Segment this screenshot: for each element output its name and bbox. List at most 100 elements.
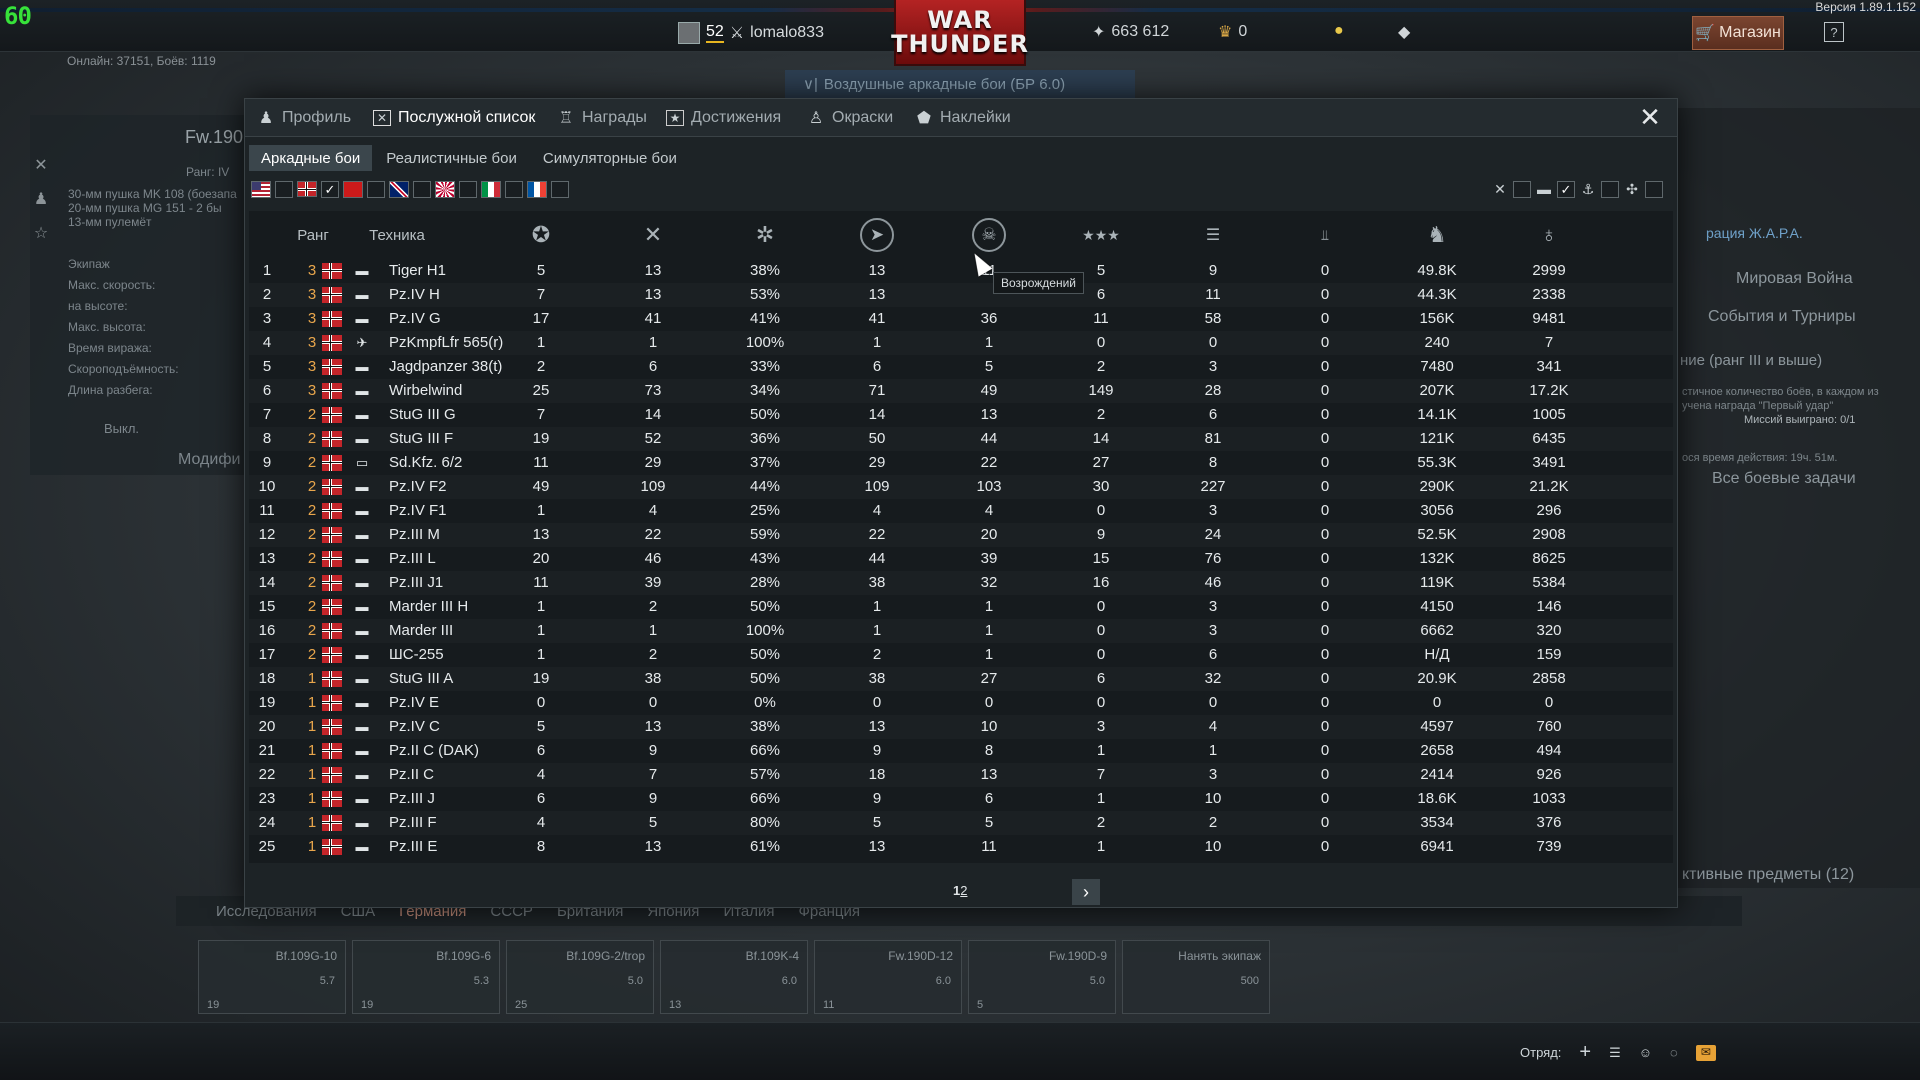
table-row[interactable]: 22 1 ▬ Pz.II C 4 7 57% 18 13 7 3 0 2414 926: [249, 763, 1673, 787]
col-lions[interactable]: ♞: [1417, 211, 1457, 259]
col-win-rate[interactable]: ✲: [745, 211, 785, 259]
chat-icon[interactable]: ◌: [1670, 1045, 1678, 1060]
crew-slot[interactable]: Bf.109G-10 5.7 19: [198, 940, 346, 1014]
table-row[interactable]: 4 3 ✈ PzKmpfLfr 565(r) 1 1 100% 1 1 0 0 0 240 7: [249, 331, 1673, 355]
off-button[interactable]: Выкл.: [104, 421, 139, 436]
subtab-arcade[interactable]: Аркадные бои: [249, 145, 373, 171]
helicopter-filter-icon[interactable]: ✣: [1623, 181, 1641, 198]
table-row[interactable]: 20 1 ▬ Pz.IV C 5 13 38% 13 10 3 4 0 4597 760: [249, 715, 1673, 739]
hint-lightbulb[interactable]: ●: [1334, 22, 1344, 40]
table-row[interactable]: 5 3 ▬ Jagdpanzer 38(t) 2 6 33% 6 5 2 3 0 7480 341: [249, 355, 1673, 379]
table-row[interactable]: 3 3 ▬ Pz.IV G 17 41 41% 41 36 11 58 0 156K 9481: [249, 307, 1673, 331]
help-button[interactable]: ?: [1824, 22, 1844, 42]
table-row[interactable]: 25 1 ▬ Pz.III E 8 13 61% 13 11 1 10 0 6941 739: [249, 835, 1673, 859]
tab-profile[interactable]: ♟ Профиль: [257, 99, 351, 137]
table-row[interactable]: 24 1 ▬ Pz.III F 4 5 80% 5 5 2 2 0 3534 376: [249, 811, 1673, 835]
player-info[interactable]: 52 ⚔ lomalo833: [678, 22, 824, 44]
britain-checkbox[interactable]: [413, 181, 431, 198]
modification-label[interactable]: Модифи: [178, 451, 240, 469]
active-items-link[interactable]: ктивные предметы (12): [1682, 866, 1854, 884]
col-activity[interactable]: ♁: [1529, 211, 1569, 259]
ship-filter-icon[interactable]: ⚓: [1579, 181, 1597, 198]
aircraft-filter-icon[interactable]: ✕: [1491, 181, 1509, 198]
page-2[interactable]: 2: [960, 883, 967, 898]
compass-button[interactable]: ◆: [1398, 22, 1410, 42]
germany-flag-icon[interactable]: [297, 181, 317, 197]
table-row[interactable]: 12 2 ▬ Pz.III M 13 22 59% 22 20 9 24 0 52.5K 2908: [249, 523, 1673, 547]
ussr-checkbox[interactable]: [367, 181, 385, 198]
france-checkbox[interactable]: [551, 181, 569, 198]
crew-slot[interactable]: Fw.190D-9 5.0 5: [968, 940, 1116, 1014]
col-vehicle[interactable]: Техника: [367, 211, 427, 259]
crew-icon[interactable]: ♟: [30, 189, 52, 211]
tab-awards[interactable]: ♖ Награды: [557, 99, 647, 137]
subtab-realistic[interactable]: Реалистичные бои: [374, 145, 529, 171]
star-icon[interactable]: ☆: [30, 223, 52, 245]
tab-skins[interactable]: ♙ Окраски: [807, 99, 893, 137]
table-row[interactable]: 11 2 ▬ Pz.IV F1 1 4 25% 4 4 0 3 0 3056 296: [249, 499, 1673, 523]
crew-slot[interactable]: Fw.190D-12 6.0 11: [814, 940, 962, 1014]
col-respawns[interactable]: ➤: [857, 211, 897, 259]
britain-flag-icon[interactable]: [389, 181, 409, 198]
table-row[interactable]: 2 3 ▬ Pz.IV H 7 13 53% 13 6 11 0 44.3K 2338: [249, 283, 1673, 307]
tab-achievements[interactable]: ★ Достижения: [666, 99, 781, 137]
col-naval-kills[interactable]: ⫫: [1305, 211, 1345, 259]
table-row[interactable]: 10 2 ▬ Pz.IV F2 49 109 44% 109 103 30 227 0 290K 21.2…: [249, 475, 1673, 499]
game-logo[interactable]: WAR THUNDER: [891, 0, 1028, 66]
silver-lions[interactable]: ✦ 663 612: [1092, 22, 1169, 42]
crew-slot[interactable]: Bf.109G-2/trop 5.0 25: [506, 940, 654, 1014]
table-row[interactable]: 16 2 ▬ Marder III 1 1 100% 1 1 0 3 0 6662 320: [249, 619, 1673, 643]
table-row[interactable]: 23 1 ▬ Pz.III J 6 9 66% 9 6 1 10 0 18.6K 1033: [249, 787, 1673, 811]
italy-checkbox[interactable]: [505, 181, 523, 198]
next-page-button[interactable]: ›: [1072, 879, 1100, 905]
plus-icon[interactable]: +: [1579, 1041, 1591, 1064]
avatar[interactable]: [678, 22, 700, 44]
table-row[interactable]: 19 1 ▬ Pz.IV E 0 0 0% 0 0 0 0 0 0 0: [249, 691, 1673, 715]
missions-header[interactable]: ние (ранг III и выше): [1680, 352, 1822, 369]
italy-flag-icon[interactable]: [481, 181, 501, 198]
golden-eagles[interactable]: ♛ 0: [1218, 22, 1247, 42]
contacts-icon[interactable]: ☺: [1639, 1045, 1652, 1060]
table-row[interactable]: 1 3 ▬ Tiger H1 5 13 38% 13 11 5 9 0 49.8K 2999: [249, 259, 1673, 283]
table-row[interactable]: 15 2 ▬ Marder III H 1 2 50% 1 1 0 3 0 4150 146: [249, 595, 1673, 619]
crew-slot[interactable]: Bf.109G-6 5.3 19: [352, 940, 500, 1014]
table-row[interactable]: 7 2 ▬ StuG III G 7 14 50% 14 13 2 6 0 14.1K 1005: [249, 403, 1673, 427]
japan-flag-icon[interactable]: [435, 181, 455, 198]
france-flag-icon[interactable]: [527, 181, 547, 198]
crew-slot[interactable]: Bf.109K-4 6.0 13: [660, 940, 808, 1014]
table-row[interactable]: 13 2 ▬ Pz.III L 20 46 43% 44 39 15 76 0 132K 8625: [249, 547, 1673, 571]
germany-checkbox[interactable]: ✓: [321, 181, 339, 198]
tank-filter-checkbox[interactable]: ✓: [1557, 181, 1575, 198]
japan-checkbox[interactable]: [459, 181, 477, 198]
helicopter-filter-checkbox[interactable]: [1645, 181, 1663, 198]
table-row[interactable]: 8 2 ▬ StuG III F 19 52 36% 50 44 14 81 0 121K 6435: [249, 427, 1673, 451]
col-ground-kills[interactable]: ★★★: [1081, 211, 1121, 259]
col-air-kills[interactable]: ☰: [1193, 211, 1233, 259]
crossed-swords-icon[interactable]: ✕: [30, 155, 52, 177]
ship-filter-checkbox[interactable]: [1601, 181, 1619, 198]
table-row[interactable]: 18 1 ▬ StuG III A 19 38 50% 38 27 6 32 0 20.9K 2858: [249, 667, 1673, 691]
operation-link[interactable]: рация Ж.А.Р.А.: [1706, 225, 1803, 241]
crew-slot[interactable]: Нанять экипаж 500: [1122, 940, 1270, 1014]
col-missions[interactable]: ✕: [633, 211, 673, 259]
table-row[interactable]: 17 2 ▬ ШС-255 1 2 50% 2 1 0 6 0 Н/Д 159: [249, 643, 1673, 667]
mail-icon[interactable]: ✉: [1695, 1044, 1716, 1061]
close-button[interactable]: ✕: [1637, 104, 1663, 131]
tank-filter-icon[interactable]: ▬: [1535, 181, 1553, 198]
list-icon[interactable]: ☰: [1609, 1045, 1621, 1061]
ussr-flag-icon[interactable]: [343, 181, 363, 198]
usa-flag-icon[interactable]: [251, 181, 271, 198]
world-war-link[interactable]: Мировая Война: [1736, 270, 1853, 288]
usa-checkbox[interactable]: [275, 181, 293, 198]
game-mode-selector[interactable]: ∨| Воздушные аркадные бои (БР 6.0): [785, 70, 1135, 98]
col-victories[interactable]: ✪: [521, 211, 561, 259]
col-rank[interactable]: Ранг: [293, 211, 333, 259]
all-tasks-link[interactable]: Все боевые задачи: [1712, 470, 1856, 488]
shop-button[interactable]: 🛒 Магазин: [1692, 16, 1784, 50]
table-row[interactable]: 21 1 ▬ Pz.II C (DAK) 6 9 66% 9 8 1 1 0 2658 494: [249, 739, 1673, 763]
table-row[interactable]: 9 2 ▭ Sd.Kfz. 6/2 11 29 37% 29 22 27 8 0 55.3K 3491: [249, 451, 1673, 475]
aircraft-filter-checkbox[interactable]: [1513, 181, 1531, 198]
page-numbers[interactable]: 12: [953, 883, 967, 898]
tab-service-record[interactable]: ✕ Послужной список: [373, 99, 535, 137]
tab-decals[interactable]: ⬟ Наклейки: [915, 99, 1011, 137]
